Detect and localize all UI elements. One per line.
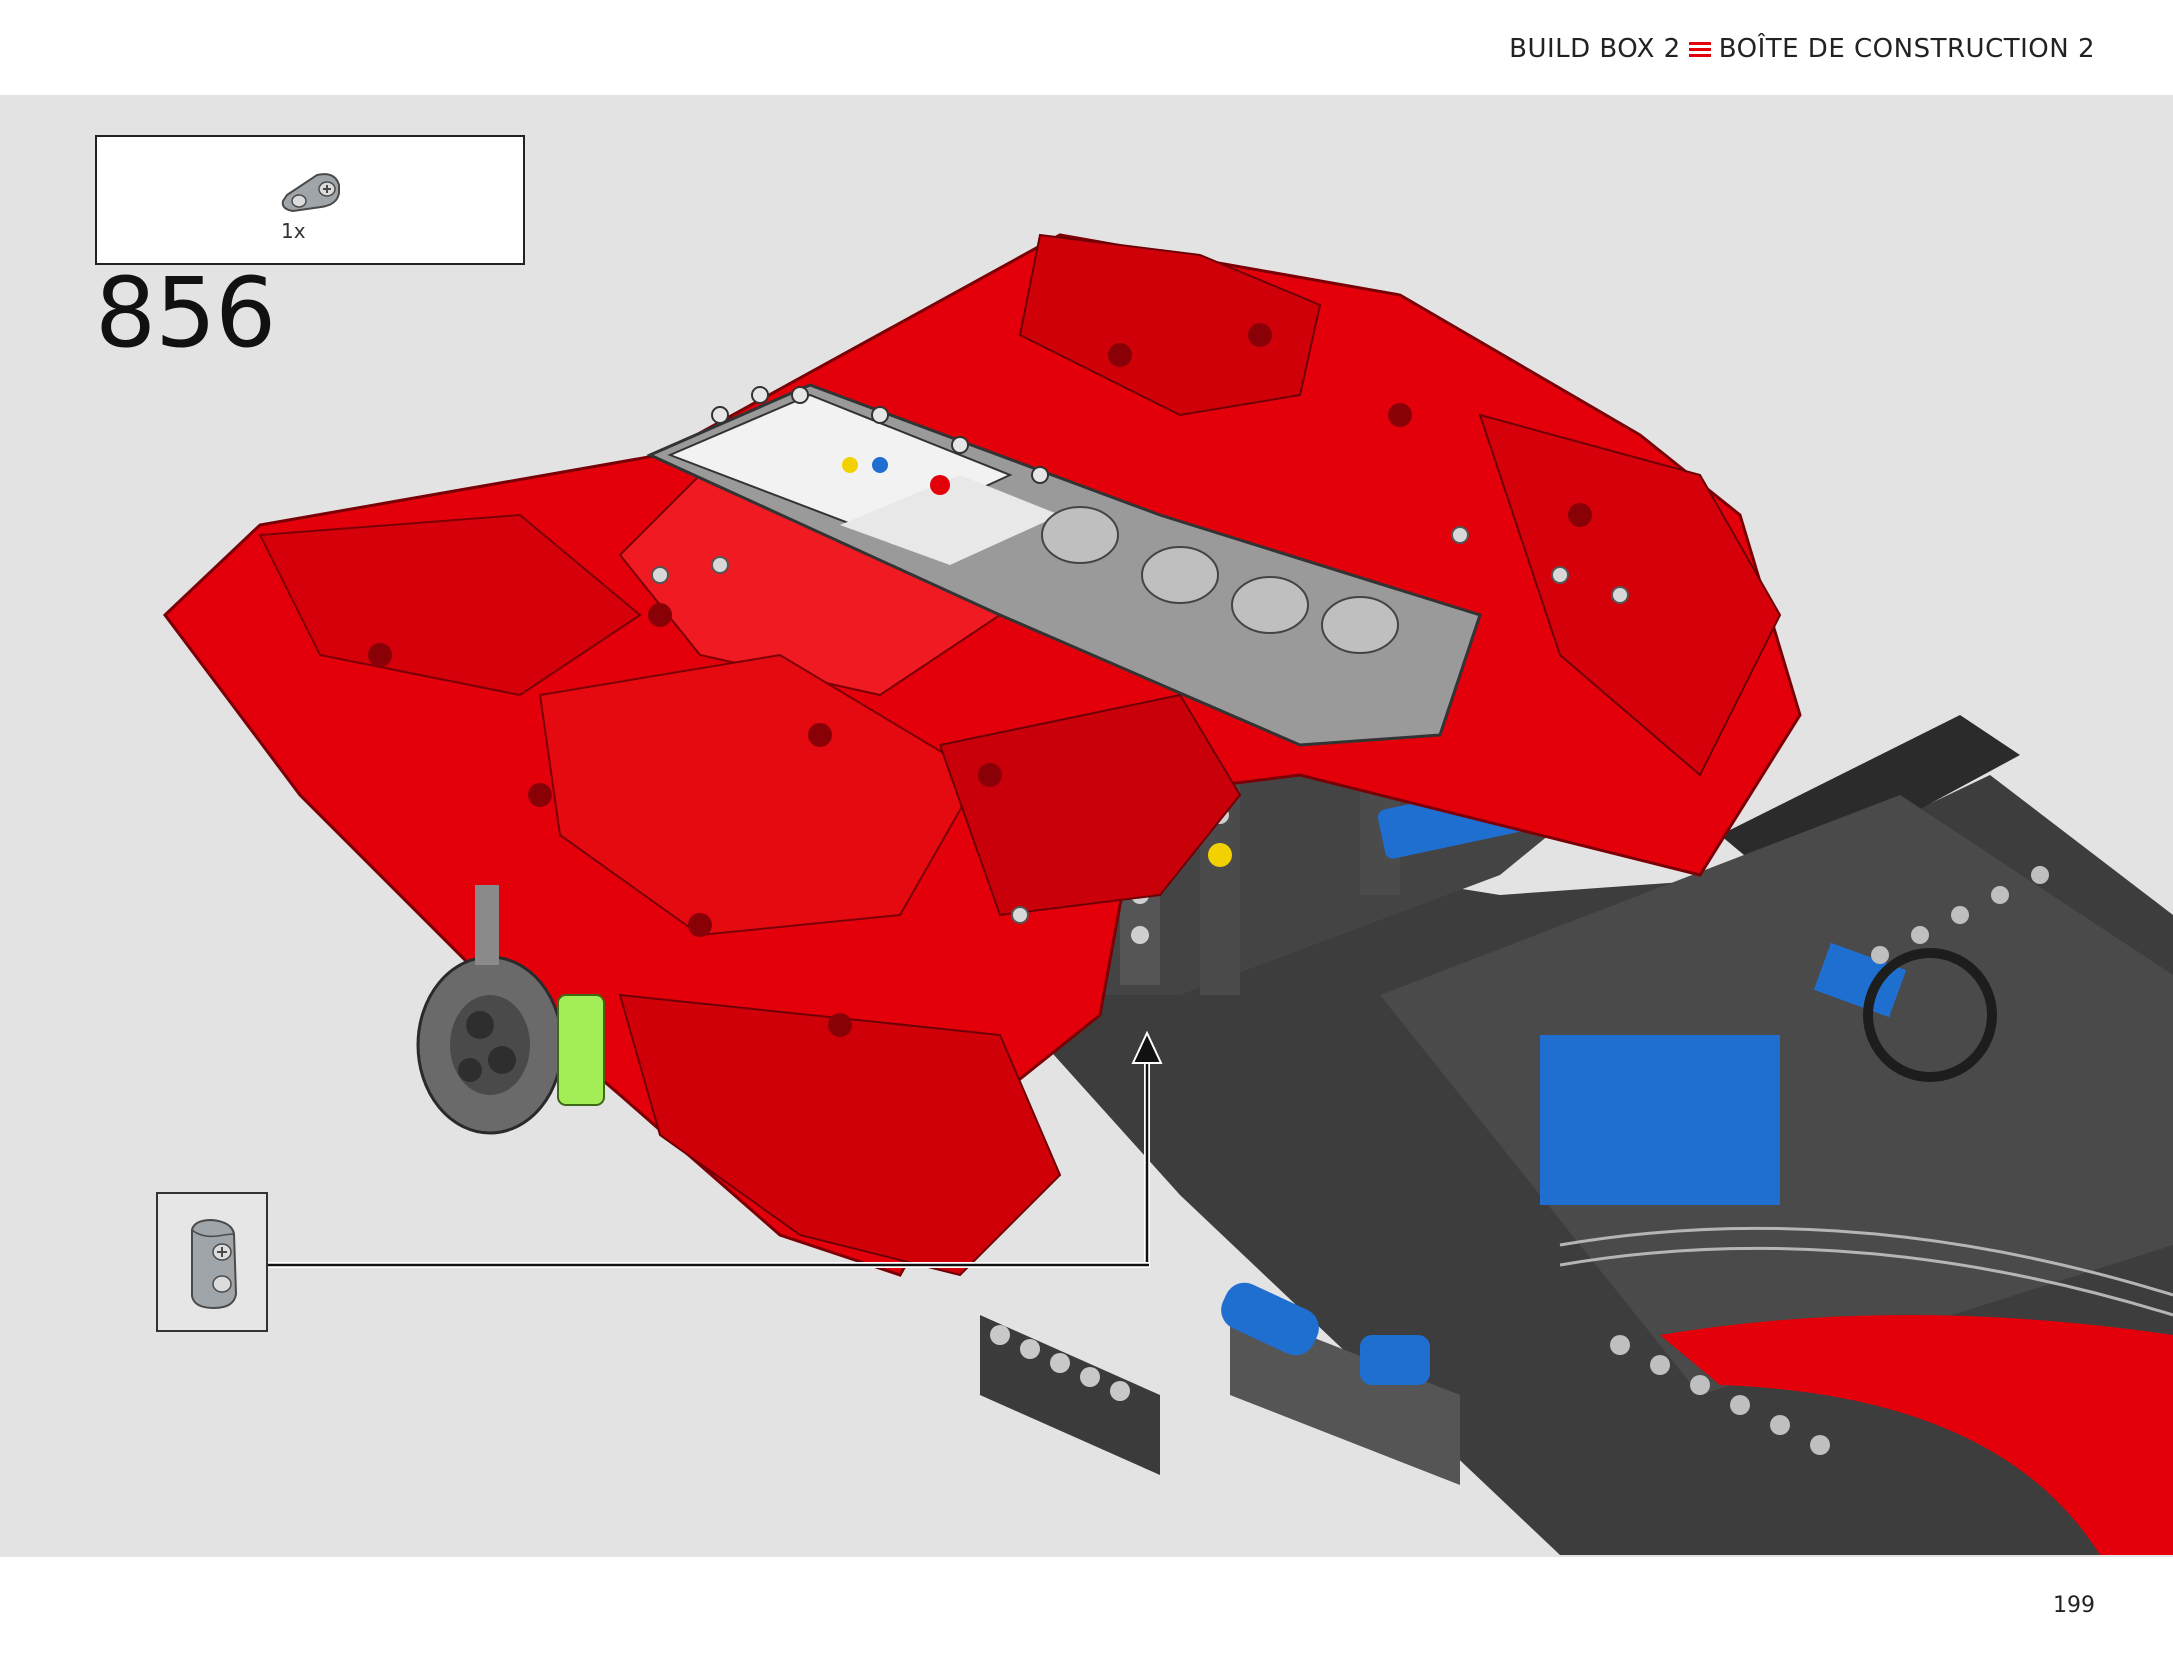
light-gray-2l-beam-icon [191, 1218, 238, 1310]
page-header: BUILD BOX 2 BOÎTE DE CONSTRUCTION 2 [0, 0, 2173, 95]
part-callout-box [156, 1192, 268, 1332]
page-number: 199 [2053, 1593, 2095, 1618]
instruction-stage: 1x 856 [0, 95, 2173, 1557]
parts-list-box: 1x [95, 135, 525, 265]
step-number: 856 [95, 257, 276, 369]
triple-bar-icon [1688, 39, 1711, 59]
model-illustration [162, 233, 2173, 1555]
build-box-label-en: BUILD BOX 2 [1509, 34, 1681, 64]
build-box-title: BUILD BOX 2 BOÎTE DE CONSTRUCTION 2 [1509, 34, 2095, 64]
page-footer: 199 [0, 1557, 2173, 1654]
part-quantity: 1x [281, 219, 306, 243]
light-gray-2l-beam-icon [281, 173, 340, 213]
build-box-label-fr: BOÎTE DE CONSTRUCTION 2 [1718, 34, 2095, 64]
